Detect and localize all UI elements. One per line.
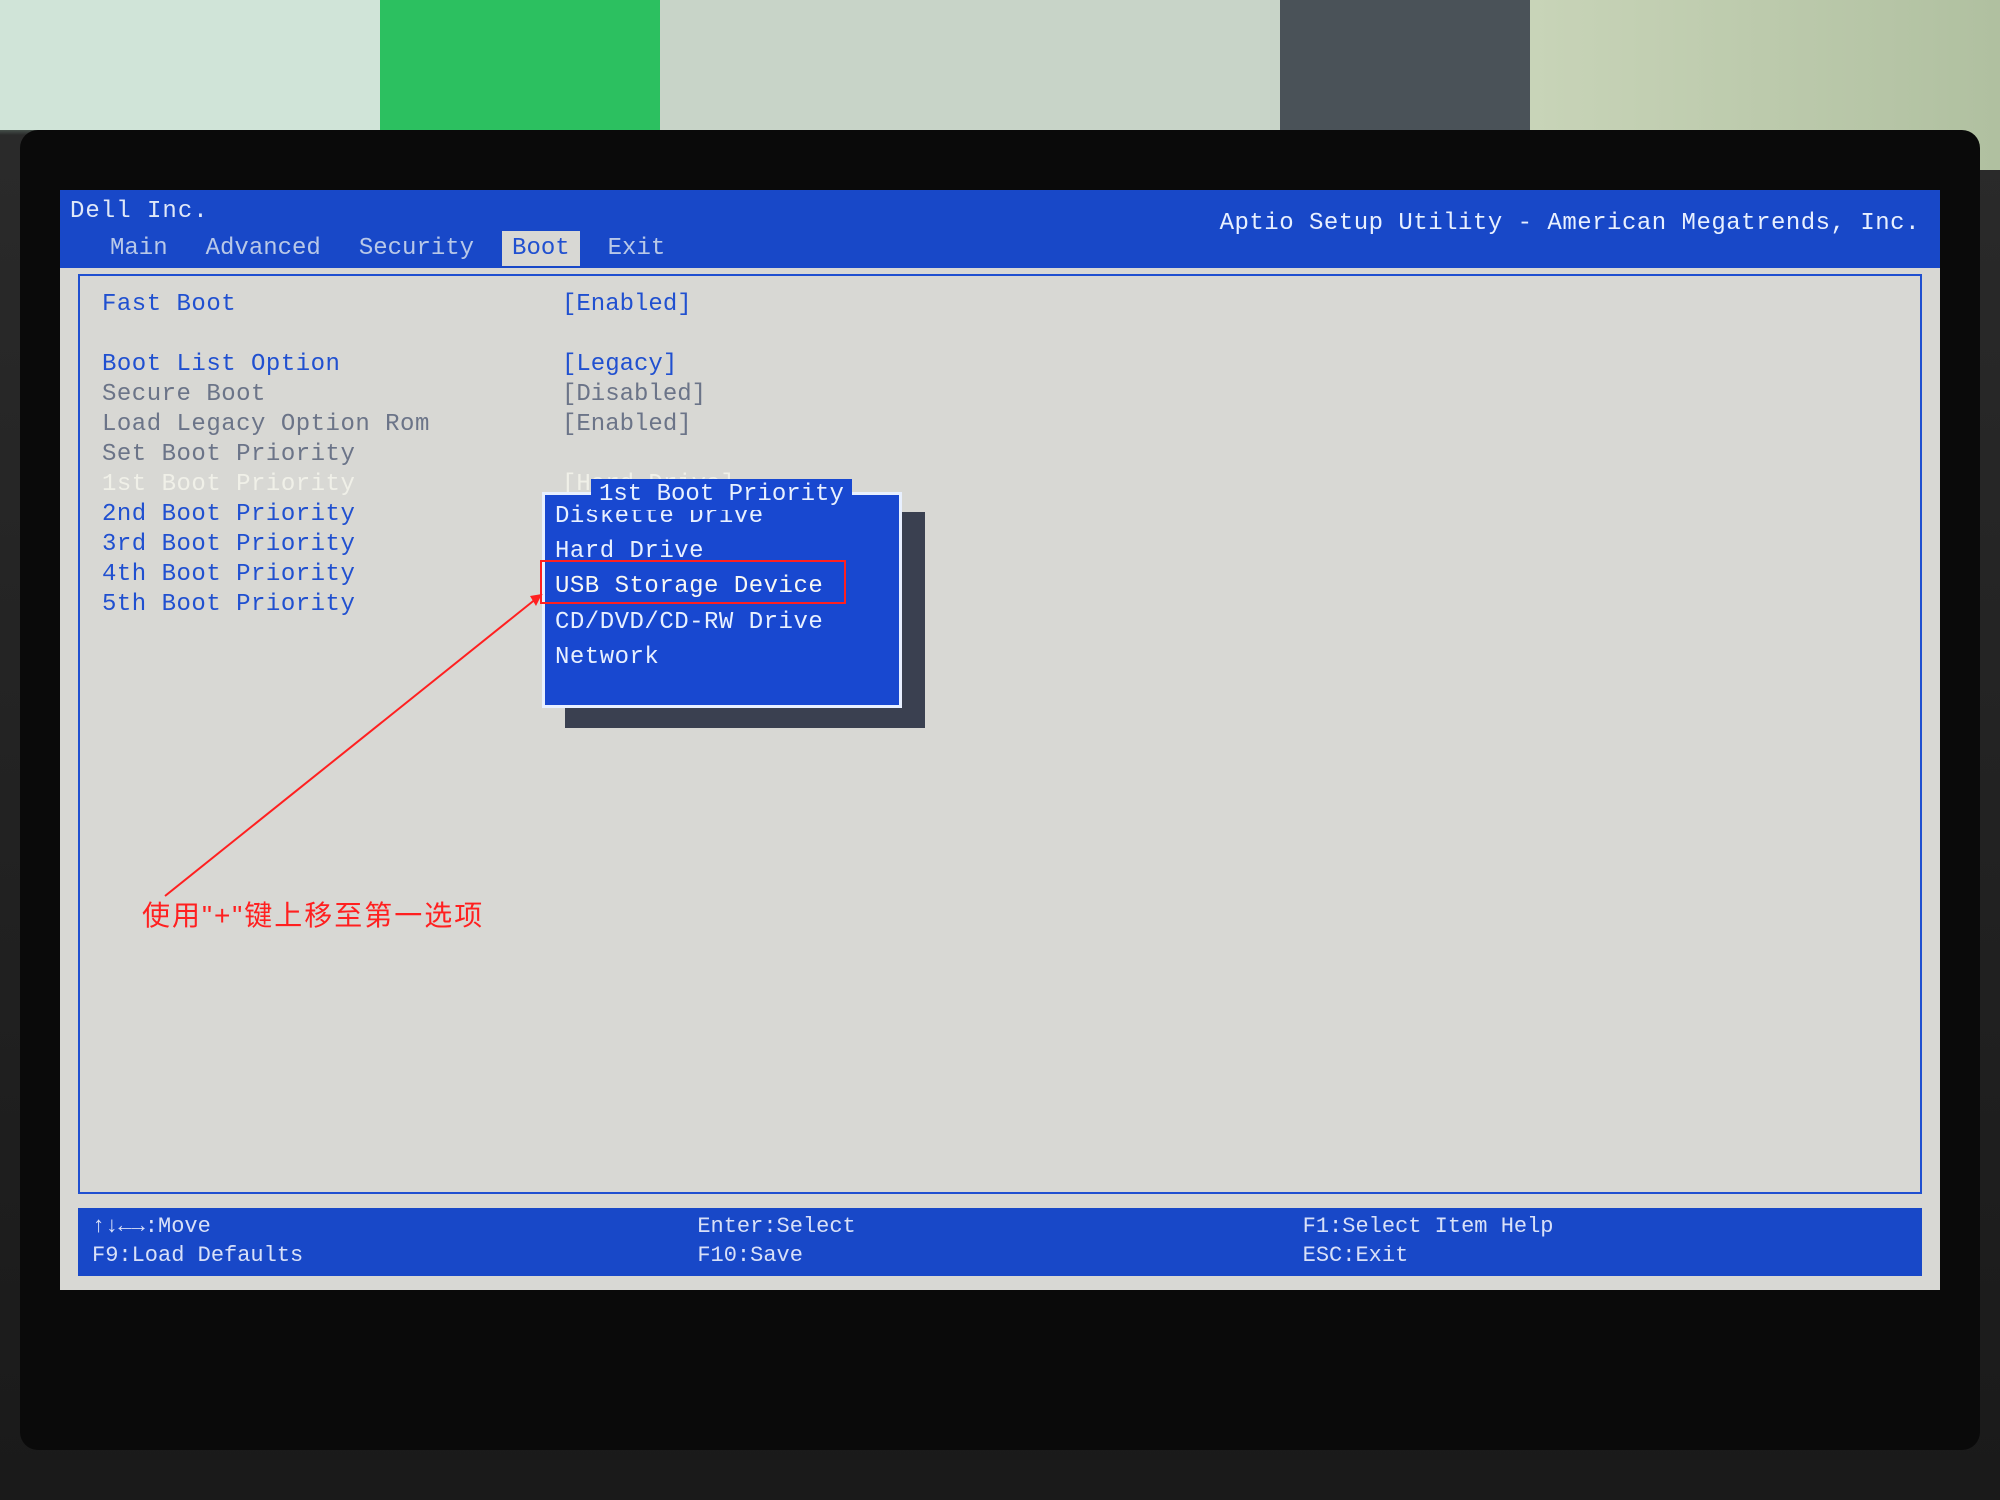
tab-exit[interactable]: Exit bbox=[598, 231, 676, 266]
setting-label: 4th Boot Priority bbox=[102, 559, 562, 590]
hint-esc: ESC:Exit bbox=[1303, 1242, 1908, 1271]
monitor-frame: Dell Inc. Main Advanced Security Boot Ex… bbox=[20, 130, 1980, 1450]
hint-move: ↑↓←→:Move bbox=[92, 1213, 697, 1242]
setting-label: Set Boot Priority bbox=[102, 439, 562, 470]
hint-f1: F1:Select Item Help bbox=[1303, 1213, 1908, 1242]
popup-option-hard-drive[interactable]: Hard Drive bbox=[555, 534, 889, 569]
setting-label: 1st Boot Priority bbox=[102, 469, 562, 500]
setting-load-legacy-rom[interactable]: Load Legacy Option Rom [Enabled] bbox=[102, 410, 1898, 440]
setting-value: [Enabled] bbox=[562, 409, 692, 440]
bios-screen: Dell Inc. Main Advanced Security Boot Ex… bbox=[60, 190, 1940, 1290]
setting-label: 5th Boot Priority bbox=[102, 589, 562, 620]
tab-security[interactable]: Security bbox=[349, 231, 484, 266]
setting-label: Load Legacy Option Rom bbox=[102, 409, 562, 440]
setting-set-boot-priority: Set Boot Priority bbox=[102, 440, 1898, 470]
bios-footer: ↑↓←→:Move Enter:Select F1:Select Item He… bbox=[78, 1208, 1922, 1276]
setting-3rd-boot-priority[interactable]: 3rd Boot Priority [Diskette Drive] bbox=[102, 530, 1898, 560]
popup-option-cddvd[interactable]: CD/DVD/CD-RW Drive bbox=[555, 605, 889, 640]
tab-main[interactable]: Main bbox=[100, 231, 178, 266]
setting-label: Secure Boot bbox=[102, 379, 562, 410]
setting-2nd-boot-priority[interactable]: 2nd Boot Priority [USB Storage Device] bbox=[102, 500, 1898, 530]
setting-1st-boot-priority[interactable]: 1st Boot Priority [Hard Drive] bbox=[102, 470, 1898, 500]
setting-boot-list-option[interactable]: Boot List Option [Legacy] bbox=[102, 350, 1898, 380]
hint-f9: F9:Load Defaults bbox=[92, 1242, 697, 1271]
setting-label: Boot List Option bbox=[102, 349, 562, 380]
bios-panel: Fast Boot [Enabled] Boot List Option [Le… bbox=[78, 274, 1922, 1194]
tab-advanced[interactable]: Advanced bbox=[196, 231, 331, 266]
setting-label: Fast Boot bbox=[102, 289, 562, 320]
popup-option-usb-storage[interactable]: USB Storage Device bbox=[555, 569, 889, 604]
setting-value: [Legacy] bbox=[562, 349, 677, 380]
setting-value: [Enabled] bbox=[562, 289, 692, 320]
hint-enter: Enter:Select bbox=[697, 1213, 1302, 1242]
setting-4th-boot-priority[interactable]: 4th Boot Priority bbox=[102, 560, 1898, 590]
setting-label: 3rd Boot Priority bbox=[102, 529, 562, 560]
setting-5th-boot-priority[interactable]: 5th Boot Priority bbox=[102, 590, 1898, 620]
popup-title: 1st Boot Priority bbox=[591, 479, 852, 510]
hint-f10: F10:Save bbox=[697, 1242, 1302, 1271]
background bbox=[660, 0, 1280, 140]
annotation-text: 使用"+"键上移至第一选项 bbox=[142, 898, 484, 934]
popup-option-network[interactable]: Network bbox=[555, 640, 889, 675]
setting-label: 2nd Boot Priority bbox=[102, 499, 562, 530]
setting-value: [Disabled] bbox=[562, 379, 706, 410]
setting-secure-boot[interactable]: Secure Boot [Disabled] bbox=[102, 380, 1898, 410]
background bbox=[380, 0, 660, 140]
utility-title: Aptio Setup Utility - American Megatrend… bbox=[1220, 208, 1920, 239]
setting-fast-boot[interactable]: Fast Boot [Enabled] bbox=[102, 290, 1898, 320]
background bbox=[0, 0, 380, 130]
bios-header: Dell Inc. Main Advanced Security Boot Ex… bbox=[60, 190, 1940, 268]
tab-boot[interactable]: Boot bbox=[502, 231, 580, 266]
boot-priority-popup[interactable]: 1st Boot Priority Diskette Drive Hard Dr… bbox=[542, 492, 902, 708]
